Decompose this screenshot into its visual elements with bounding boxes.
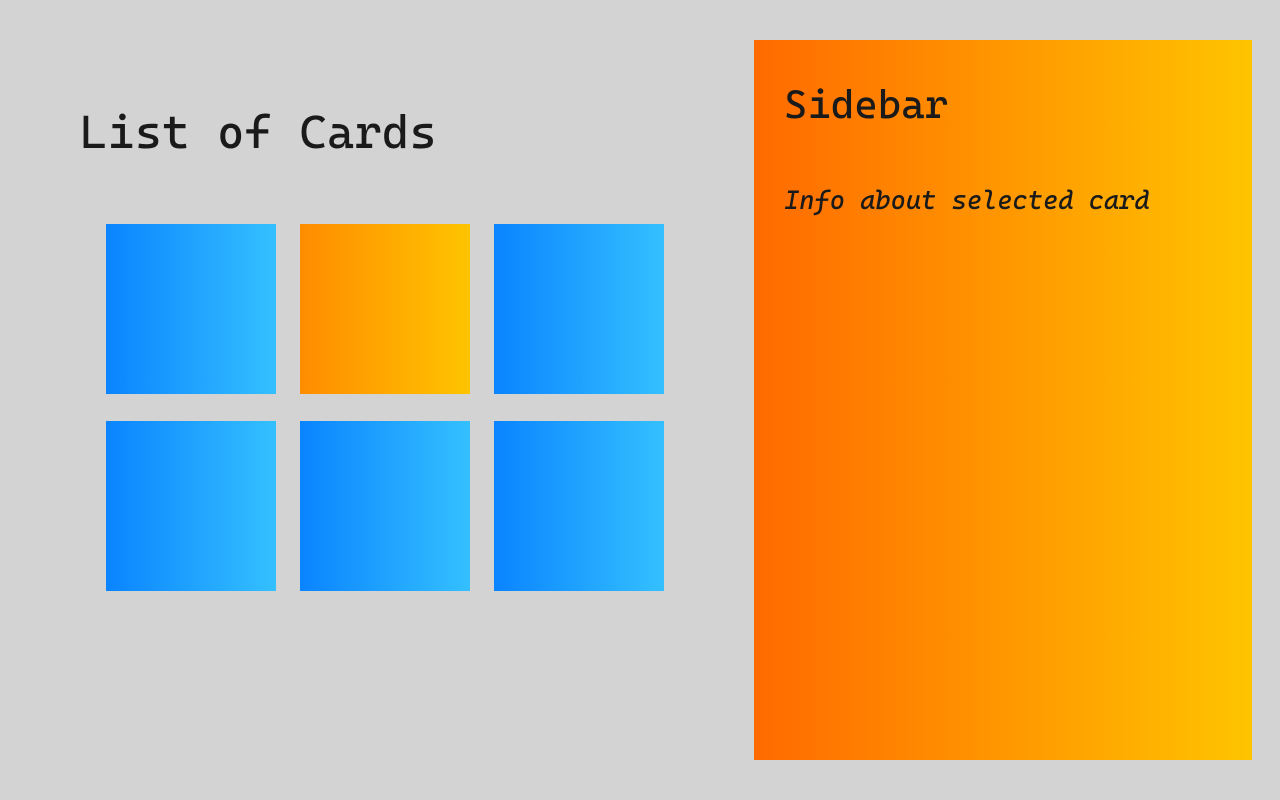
card-item[interactable] <box>300 224 470 394</box>
card-grid <box>106 224 664 591</box>
main-title: List of Cards <box>80 105 664 159</box>
sidebar-panel: Sidebar Info about selected card <box>754 40 1252 760</box>
card-item[interactable] <box>106 421 276 591</box>
main-panel: List of Cards <box>80 105 664 591</box>
sidebar-info: Info about selected card <box>784 186 1222 216</box>
sidebar-title: Sidebar <box>784 82 1222 128</box>
card-item[interactable] <box>106 224 276 394</box>
card-item[interactable] <box>300 421 470 591</box>
card-item[interactable] <box>494 421 664 591</box>
card-item[interactable] <box>494 224 664 394</box>
